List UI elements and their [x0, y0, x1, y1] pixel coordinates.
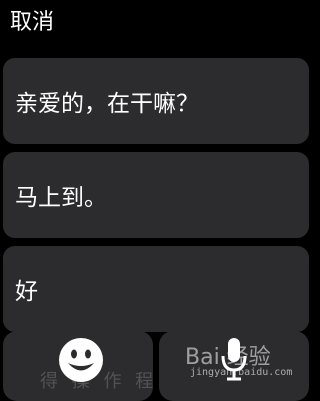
quick-reply-2[interactable]: 马上到。	[3, 152, 309, 238]
quick-reply-label: 马上到。	[15, 185, 107, 211]
watermark-url: jingyan.baidu.com	[190, 367, 293, 378]
quick-reply-label: 亲爱的，在干嘛？	[15, 91, 199, 117]
watermark-faint-text: 得 操 作 程	[40, 371, 158, 392]
quick-reply-1[interactable]: 亲爱的，在干嘛？	[3, 58, 309, 144]
cancel-button[interactable]: 取消	[10, 8, 54, 38]
quick-reply-label: 好	[15, 279, 38, 305]
quick-reply-3[interactable]: 好	[3, 246, 309, 332]
